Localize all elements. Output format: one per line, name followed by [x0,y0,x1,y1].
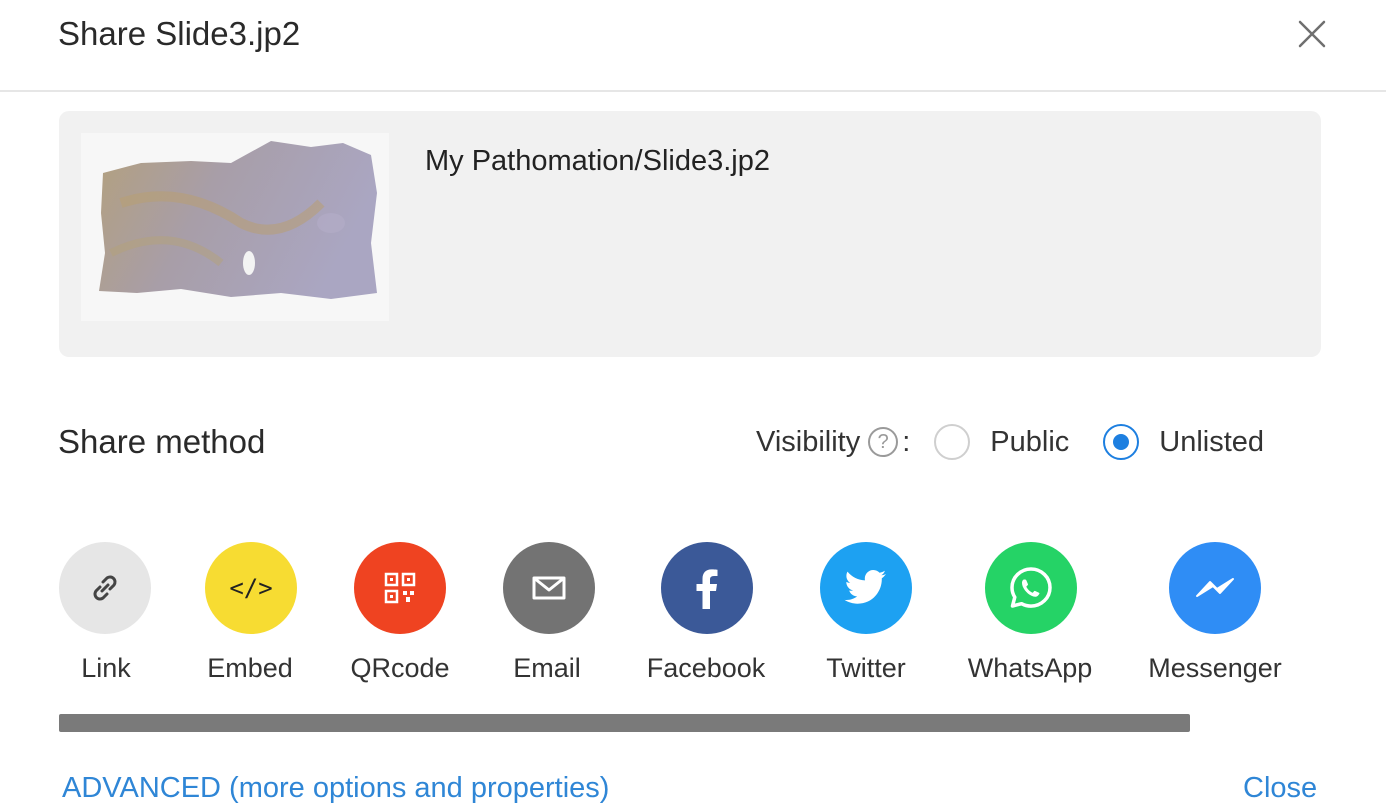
email-icon [503,542,595,634]
radio-label-public: Public [990,425,1070,458]
slide-thumbnail[interactable] [81,133,389,321]
code-icon: </> [205,542,297,634]
share-method-label: Messenger [1148,653,1282,683]
share-method-label: Embed [207,653,293,683]
share-method-label: Facebook [646,653,766,683]
messenger-icon [1169,542,1261,634]
visibility-colon: : [902,425,911,458]
help-icon[interactable]: ? [868,427,899,457]
scrollbar[interactable] [59,714,1190,732]
share-method-embed[interactable]: </> Embed [170,540,330,690]
radio-public[interactable] [934,424,971,460]
visibility-option-public[interactable]: Public [934,424,1103,460]
slide-preview-card: My Pathomation/Slide3.jp2 [59,111,1321,357]
svg-text:</>: </> [229,574,272,602]
share-method-email[interactable]: Email [467,540,627,690]
share-methods: Link </> Embed QRcode Email Facebook Twi… [0,540,1386,690]
whatsapp-icon [985,542,1077,634]
share-method-label: WhatsApp [967,653,1093,683]
dialog-header: Share Slide3.jp2 [0,0,1386,92]
share-dialog: Share Slide3.jp2 My Pathomation/Slide3.j… [0,0,1386,808]
dialog-title: Share Slide3.jp2 [58,15,301,52]
advanced-link[interactable]: ADVANCED (more options and properties) [62,768,609,808]
share-method-label: Link [81,653,131,683]
qrcode-icon [354,542,446,634]
twitter-icon [820,542,912,634]
share-method-qrcode[interactable]: QRcode [320,540,480,690]
facebook-icon [661,542,753,634]
share-method-label: Twitter [826,653,906,683]
radio-label-unlisted: Unlisted [1159,425,1265,458]
close-button[interactable]: Close [1243,768,1317,808]
share-method-whatsapp[interactable]: WhatsApp [950,540,1110,690]
share-method-heading: Share method [58,423,266,460]
share-method-messenger[interactable]: Messenger [1135,540,1295,690]
share-method-label: Email [513,653,581,683]
share-method-facebook[interactable]: Facebook [626,540,786,690]
visibility-label: Visibility [756,425,861,458]
slide-path: My Pathomation/Slide3.jp2 [425,145,770,177]
share-method-label: QRcode [350,653,450,683]
share-method-link[interactable]: Link [26,540,186,690]
visibility-option-unlisted[interactable]: Unlisted [1103,424,1264,460]
radio-unlisted[interactable] [1103,424,1140,460]
link-icon [59,542,151,634]
share-method-twitter[interactable]: Twitter [786,540,946,690]
visibility-control: Visibility ? : Public Unlisted [756,420,1264,464]
close-icon[interactable] [1292,14,1332,54]
